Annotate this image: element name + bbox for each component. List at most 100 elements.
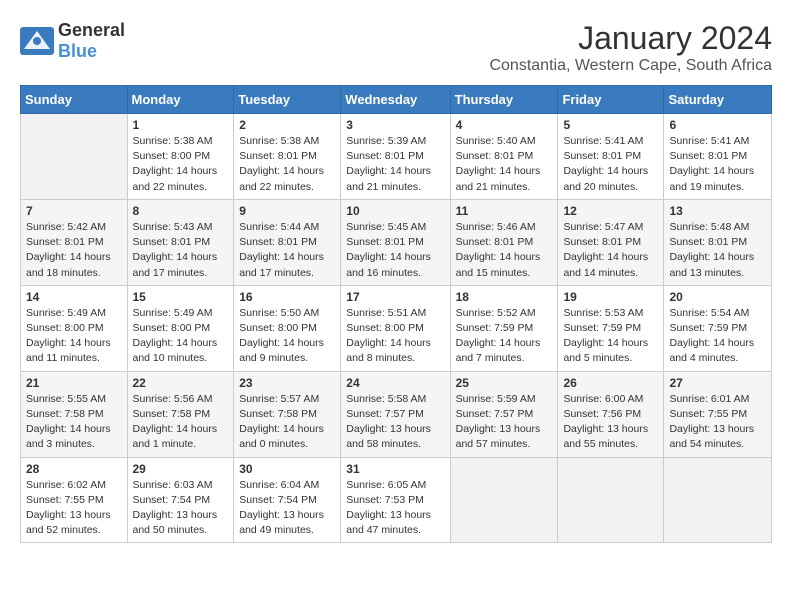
calendar-cell: 23 Sunrise: 5:57 AM Sunset: 7:58 PM Dayli… [234,371,341,457]
day-number: 9 [239,204,335,218]
day-number: 5 [563,118,658,132]
calendar-cell: 31 Sunrise: 6:05 AM Sunset: 7:53 PM Dayli… [341,457,450,543]
day-number: 21 [26,376,122,390]
day-info: Sunrise: 5:58 AM Sunset: 7:57 PM Dayligh… [346,392,444,453]
day-number: 31 [346,462,444,476]
calendar-cell: 6 Sunrise: 5:41 AM Sunset: 8:01 PM Daylig… [664,114,772,200]
day-number: 18 [456,290,553,304]
day-number: 1 [133,118,229,132]
header-wednesday: Wednesday [341,86,450,114]
day-number: 11 [456,204,553,218]
day-info: Sunrise: 5:48 AM Sunset: 8:01 PM Dayligh… [669,220,766,281]
day-number: 23 [239,376,335,390]
calendar-cell: 12 Sunrise: 5:47 AM Sunset: 8:01 PM Dayli… [558,199,664,285]
day-number: 4 [456,118,553,132]
day-info: Sunrise: 5:57 AM Sunset: 7:58 PM Dayligh… [239,392,335,453]
month-title: January 2024 [489,20,772,57]
day-number: 24 [346,376,444,390]
calendar-cell: 13 Sunrise: 5:48 AM Sunset: 8:01 PM Dayli… [664,199,772,285]
calendar-cell: 5Sunrise: 5:41 AM Sunset: 8:01 PM Daylig… [558,114,664,200]
day-number: 28 [26,462,122,476]
week-row-0: 1 Sunrise: 5:38 AM Sunset: 8:00 PM Daylig… [21,114,772,200]
calendar-cell: 29Sunrise: 6:03 AM Sunset: 7:54 PM Dayli… [127,457,234,543]
day-info: Sunrise: 5:44 AM Sunset: 8:01 PM Dayligh… [239,220,335,281]
day-number: 12 [563,204,658,218]
day-number: 29 [133,462,229,476]
day-info: Sunrise: 5:56 AM Sunset: 7:58 PM Dayligh… [133,392,229,453]
calendar-cell: 11Sunrise: 5:46 AM Sunset: 8:01 PM Dayli… [450,199,558,285]
day-number: 20 [669,290,766,304]
day-number: 27 [669,376,766,390]
day-number: 22 [133,376,229,390]
calendar-header: SundayMondayTuesdayWednesdayThursdayFrid… [21,86,772,114]
calendar-cell: 16 Sunrise: 5:50 AM Sunset: 8:00 PM Dayli… [234,285,341,371]
day-number: 17 [346,290,444,304]
calendar-body: 1 Sunrise: 5:38 AM Sunset: 8:00 PM Daylig… [21,114,772,543]
header-friday: Friday [558,86,664,114]
day-info: Sunrise: 5:51 AM Sunset: 8:00 PM Dayligh… [346,306,444,367]
logo-blue: Blue [58,41,97,61]
day-number: 3 [346,118,444,132]
logo-general: General [58,20,125,40]
logo: General Blue [20,20,125,62]
calendar-cell [664,457,772,543]
header-thursday: Thursday [450,86,558,114]
calendar-cell [558,457,664,543]
day-info: Sunrise: 5:41 AM Sunset: 8:01 PM Dayligh… [669,134,766,195]
calendar-cell: 7 Sunrise: 5:42 AM Sunset: 8:01 PM Daylig… [21,199,128,285]
day-number: 10 [346,204,444,218]
calendar-cell: 18 Sunrise: 5:52 AM Sunset: 7:59 PM Dayli… [450,285,558,371]
calendar-cell: 20Sunrise: 5:54 AM Sunset: 7:59 PM Dayli… [664,285,772,371]
header-saturday: Saturday [664,86,772,114]
header-monday: Monday [127,86,234,114]
day-info: Sunrise: 5:49 AM Sunset: 8:00 PM Dayligh… [133,306,229,367]
day-number: 7 [26,204,122,218]
calendar-cell: 3 Sunrise: 5:39 AM Sunset: 8:01 PM Daylig… [341,114,450,200]
header-tuesday: Tuesday [234,86,341,114]
day-number: 13 [669,204,766,218]
day-info: Sunrise: 5:52 AM Sunset: 7:59 PM Dayligh… [456,306,553,367]
week-row-1: 7 Sunrise: 5:42 AM Sunset: 8:01 PM Daylig… [21,199,772,285]
day-info: Sunrise: 5:45 AM Sunset: 8:01 PM Dayligh… [346,220,444,281]
day-number: 14 [26,290,122,304]
header-sunday: Sunday [21,86,128,114]
day-number: 19 [563,290,658,304]
day-info: Sunrise: 5:38 AM Sunset: 8:00 PM Dayligh… [133,134,229,195]
calendar-cell [21,114,128,200]
day-info: Sunrise: 6:05 AM Sunset: 7:53 PM Dayligh… [346,478,444,539]
day-info: Sunrise: 6:02 AM Sunset: 7:55 PM Dayligh… [26,478,122,539]
day-number: 16 [239,290,335,304]
day-number: 8 [133,204,229,218]
title-block: January 2024 Constantia, Western Cape, S… [489,20,772,75]
week-row-2: 14 Sunrise: 5:49 AM Sunset: 8:00 PM Dayli… [21,285,772,371]
day-number: 26 [563,376,658,390]
day-info: Sunrise: 6:00 AM Sunset: 7:56 PM Dayligh… [563,392,658,453]
day-number: 25 [456,376,553,390]
logo-text: General Blue [58,20,125,62]
calendar-cell: 10 Sunrise: 5:45 AM Sunset: 8:01 PM Dayli… [341,199,450,285]
day-info: Sunrise: 5:47 AM Sunset: 8:01 PM Dayligh… [563,220,658,281]
calendar-cell: 2Sunrise: 5:38 AM Sunset: 8:01 PM Daylig… [234,114,341,200]
logo-icon [20,27,54,55]
day-info: Sunrise: 6:04 AM Sunset: 7:54 PM Dayligh… [239,478,335,539]
day-number: 15 [133,290,229,304]
week-row-3: 21Sunrise: 5:55 AM Sunset: 7:58 PM Dayli… [21,371,772,457]
day-info: Sunrise: 5:40 AM Sunset: 8:01 PM Dayligh… [456,134,553,195]
calendar-cell: 22 Sunrise: 5:56 AM Sunset: 7:58 PM Dayli… [127,371,234,457]
day-info: Sunrise: 5:43 AM Sunset: 8:01 PM Dayligh… [133,220,229,281]
day-info: Sunrise: 5:39 AM Sunset: 8:01 PM Dayligh… [346,134,444,195]
calendar-cell: 28 Sunrise: 6:02 AM Sunset: 7:55 PM Dayli… [21,457,128,543]
day-number: 6 [669,118,766,132]
day-number: 2 [239,118,335,132]
day-info: Sunrise: 5:50 AM Sunset: 8:00 PM Dayligh… [239,306,335,367]
day-info: Sunrise: 5:42 AM Sunset: 8:01 PM Dayligh… [26,220,122,281]
calendar-cell: 24 Sunrise: 5:58 AM Sunset: 7:57 PM Dayli… [341,371,450,457]
calendar-cell [450,457,558,543]
calendar-cell: 4 Sunrise: 5:40 AM Sunset: 8:01 PM Daylig… [450,114,558,200]
calendar-cell: 26 Sunrise: 6:00 AM Sunset: 7:56 PM Dayli… [558,371,664,457]
calendar-cell: 21Sunrise: 5:55 AM Sunset: 7:58 PM Dayli… [21,371,128,457]
day-info: Sunrise: 5:53 AM Sunset: 7:59 PM Dayligh… [563,306,658,367]
day-info: Sunrise: 5:49 AM Sunset: 8:00 PM Dayligh… [26,306,122,367]
day-info: Sunrise: 5:59 AM Sunset: 7:57 PM Dayligh… [456,392,553,453]
calendar-cell: 17 Sunrise: 5:51 AM Sunset: 8:00 PM Dayli… [341,285,450,371]
